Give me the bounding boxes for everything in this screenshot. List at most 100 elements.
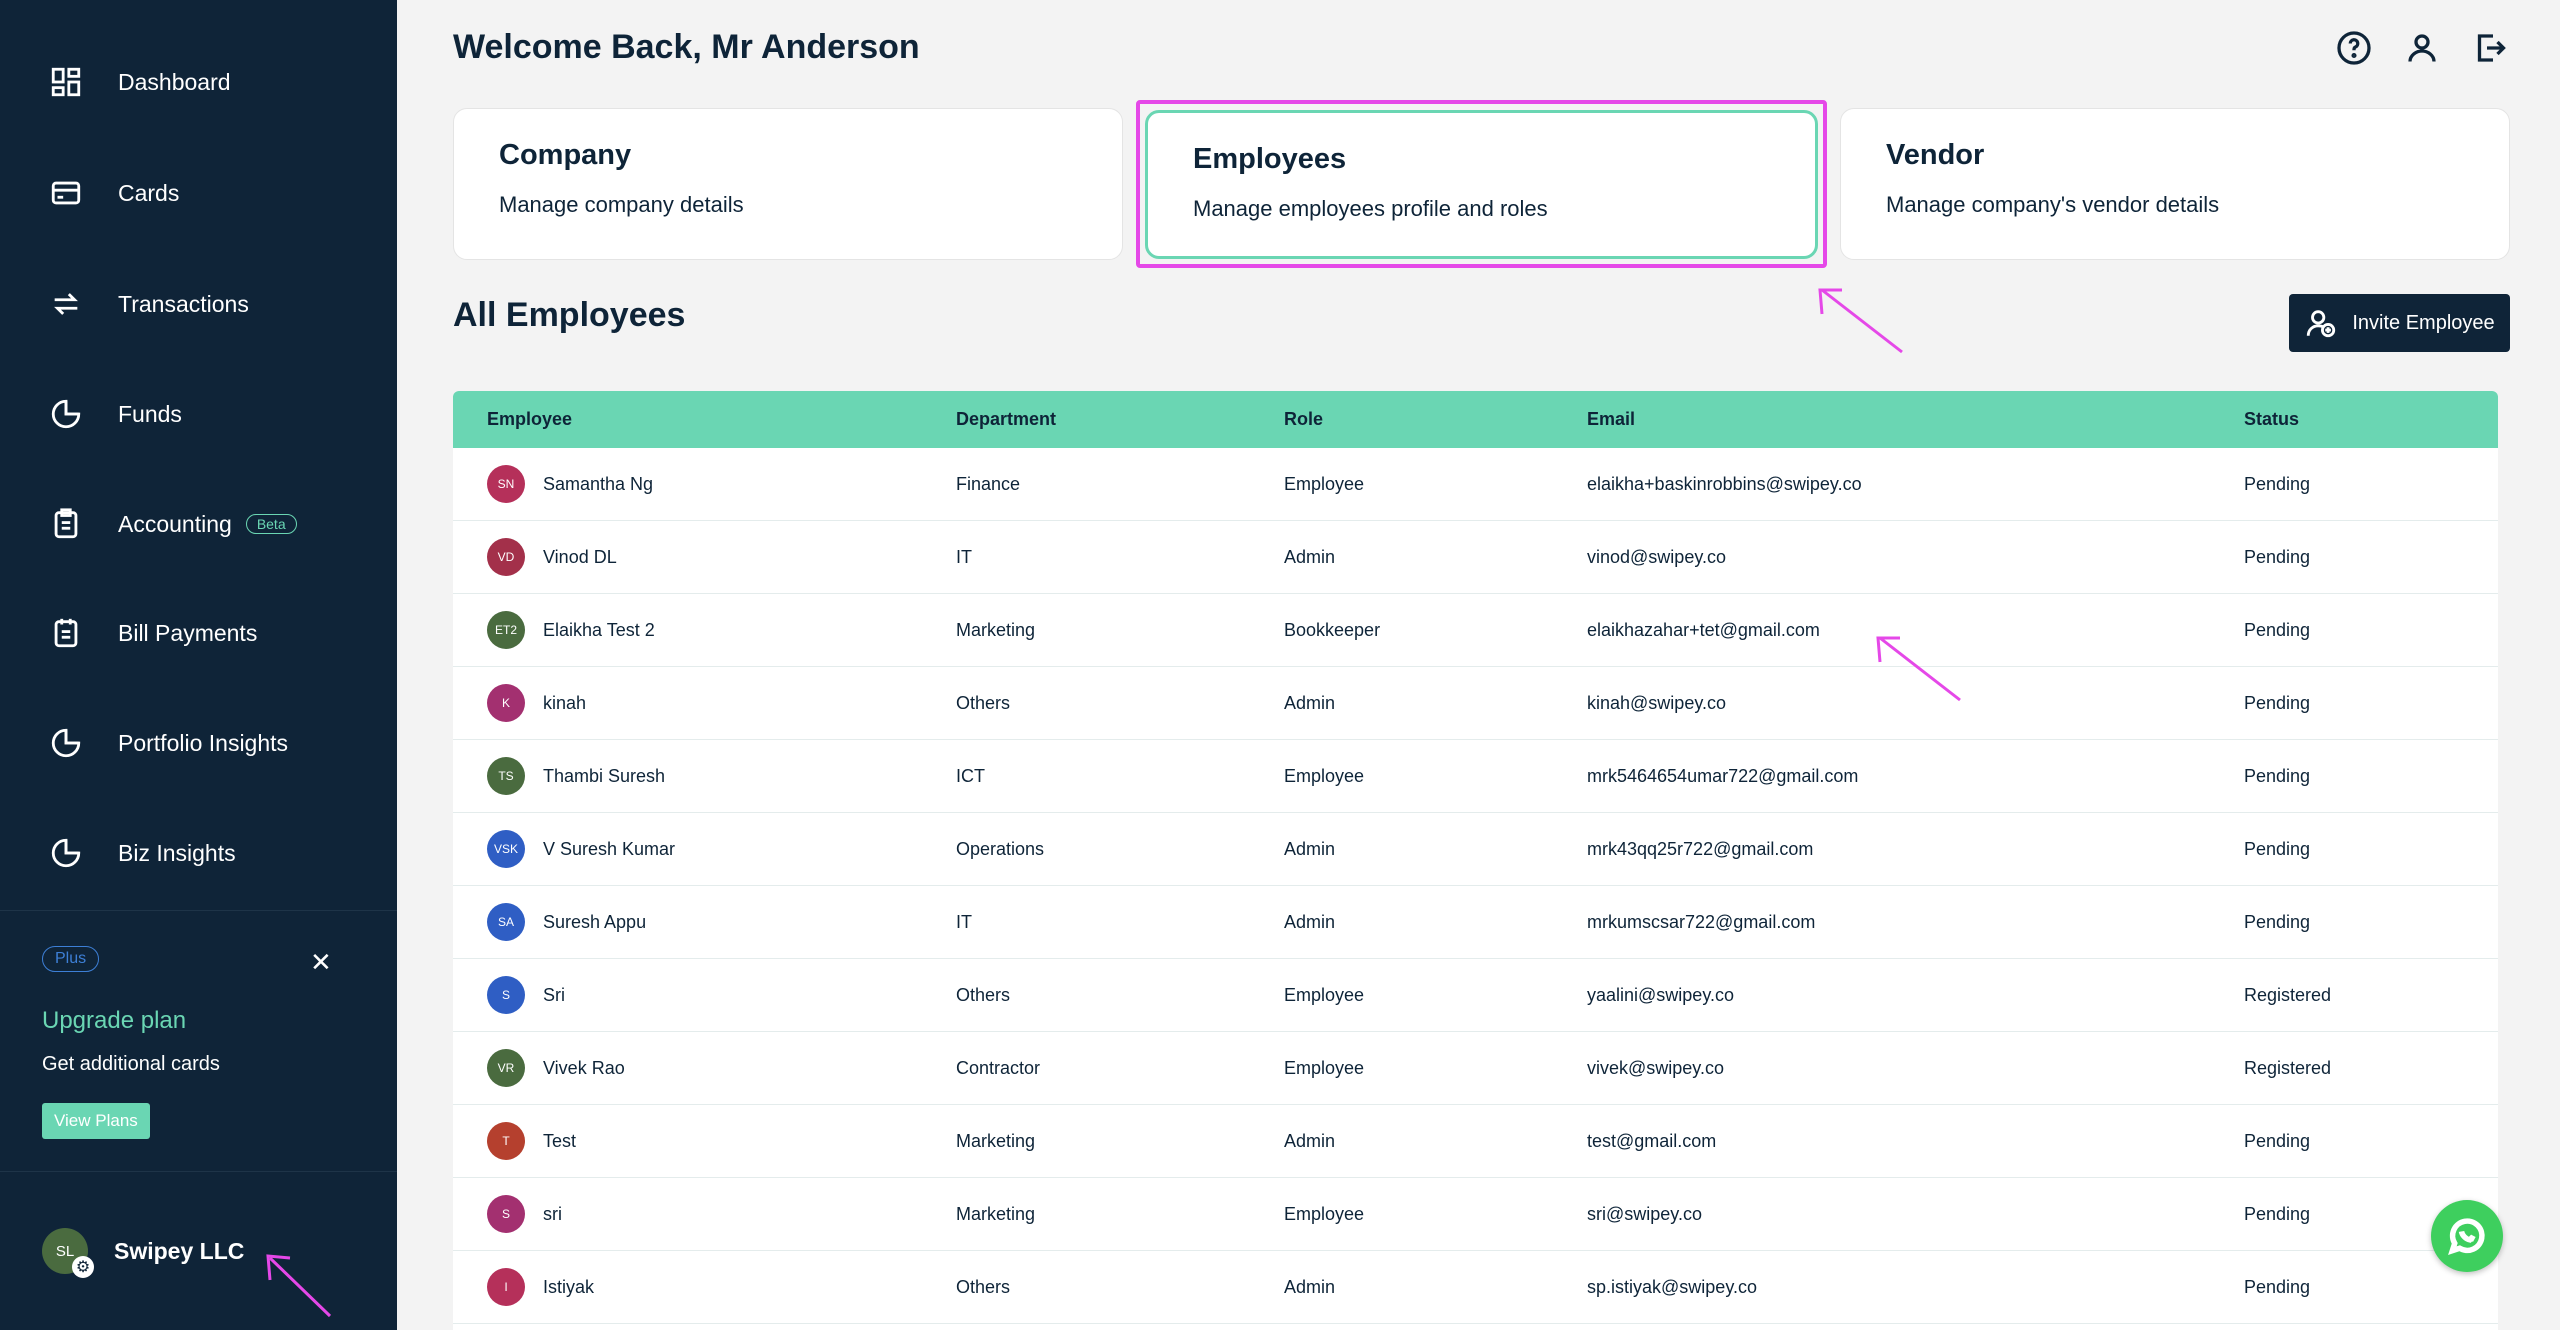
gear-icon: ⚙ — [72, 1256, 94, 1278]
employee-cell: SN Samantha Ng — [487, 465, 653, 503]
role-cell: Admin — [1284, 838, 1336, 859]
employee-cell: S Sri — [487, 976, 565, 1014]
help-icon[interactable] — [2336, 30, 2372, 66]
department-cell: Operations — [956, 838, 1045, 859]
status-cell: Pending — [2244, 765, 2311, 786]
table-row[interactable]: I Istiyak Others Admin sp.istiyak@swipey.co P… — [453, 1251, 2498, 1324]
sidebar-item-transactions[interactable]: Transactions — [48, 274, 249, 334]
vendor-card[interactable]: Vendor Manage company's vendor details — [1840, 108, 2510, 260]
user-profile-icon[interactable] — [2404, 30, 2440, 66]
email-cell: mrkumscsar722@gmail.com — [1587, 911, 1816, 932]
avatar: SL ⚙ — [42, 1228, 94, 1278]
card-title: Employees — [1193, 143, 1347, 175]
table-row[interactable]: SA Suresh Appu IT Admin mrkumscsar722@gmail.… — [453, 886, 2498, 959]
role-cell: Employee — [1284, 1057, 1365, 1078]
section-title: All Employees — [453, 296, 686, 334]
status-cell: Registered — [2244, 984, 2332, 1005]
department-cell: ICT — [956, 765, 985, 786]
bill-icon — [48, 615, 84, 651]
pie-chart-icon — [48, 725, 84, 761]
employee-name: Suresh Appu — [543, 911, 647, 932]
sidebar-item-bill-payments[interactable]: Bill Payments — [48, 603, 257, 663]
table-row[interactable]: SN Samantha Ng Finance Employee elaikha+bask… — [453, 448, 2498, 521]
avatar-initials: SL — [55, 1242, 75, 1260]
status-cell: Pending — [2244, 546, 2311, 567]
table-row[interactable]: T Test Marketing Admin test@gmail.com Pending — [453, 1105, 2498, 1178]
upgrade-plan-link[interactable]: Upgrade plan — [42, 1007, 186, 1035]
sidebar-item-accounting[interactable]: Accounting Beta — [48, 494, 297, 554]
employees-card[interactable]: Employees Manage employees profile and r… — [1145, 110, 1818, 259]
employee-name: Elaikha Test 2 — [543, 619, 655, 640]
close-icon[interactable]: ✕ — [310, 949, 332, 975]
sidebar-item-portfolio-insights[interactable]: Portfolio Insights — [48, 713, 288, 773]
column-header-employee[interactable]: Employee — [487, 409, 572, 430]
employee-name: Vivek Rao — [543, 1057, 625, 1078]
employee-cell: I Istiyak — [487, 1268, 594, 1306]
status-cell: Pending — [2244, 1276, 2311, 1297]
company-card[interactable]: Company Manage company details — [453, 108, 1123, 260]
view-plans-button[interactable]: View Plans — [42, 1103, 150, 1139]
column-header-email[interactable]: Email — [1587, 409, 1635, 430]
sidebar-item-dashboard[interactable]: Dashboard — [48, 52, 231, 112]
status-cell: Pending — [2244, 1130, 2311, 1151]
column-header-status[interactable]: Status — [2244, 409, 2299, 430]
avatar: T — [487, 1122, 525, 1160]
employee-cell: ET2 Elaikha Test 2 — [487, 611, 655, 649]
table-row[interactable]: VD Vinod DL IT Admin vinod@swipey.co Pending — [453, 521, 2498, 594]
avatar: K — [487, 684, 525, 722]
avatar: I — [487, 1268, 525, 1306]
column-header-department[interactable]: Department — [956, 409, 1056, 430]
table-row[interactable]: Kkinah Others Admin kinah@swipey.co Pending — [453, 667, 2498, 740]
email-cell: vinod@swipey.co — [1587, 546, 1726, 567]
employees-table: Employee Department Role Email Status SN… — [453, 391, 2498, 1330]
table-row[interactable]: VSK V Suresh Kumar Operations Admin mrk43qq2… — [453, 813, 2498, 886]
invite-employee-button[interactable]: Invite Employee — [2289, 294, 2510, 352]
department-cell: Marketing — [956, 1130, 1036, 1151]
employee-name: Istiyak — [543, 1276, 595, 1297]
logout-icon[interactable] — [2472, 30, 2508, 66]
status-cell: Pending — [2244, 911, 2311, 932]
avatar: VSK — [487, 830, 525, 868]
email-cell: sp.istiyak@swipey.co — [1587, 1276, 1757, 1297]
table-row[interactable]: VR Vivek Rao Contractor Employee vivek@swipe… — [453, 1032, 2498, 1105]
company-name: Swipey LLC — [114, 1237, 245, 1264]
department-cell: Marketing — [956, 619, 1036, 640]
card-icon — [48, 175, 84, 211]
email-cell: vivek@swipey.co — [1587, 1057, 1724, 1078]
role-cell: Employee — [1284, 984, 1365, 1005]
employee-name: sri — [543, 1203, 562, 1224]
dashboard-icon — [48, 64, 84, 100]
upgrade-panel: Plus ✕ Upgrade plan Get additional cards… — [0, 910, 397, 1172]
sidebar-item-cards[interactable]: Cards — [48, 163, 179, 223]
table-row[interactable]: S Sri Others Employee yaalini@swipey.co Regis… — [453, 959, 2498, 1032]
employee-name: kinah — [543, 692, 587, 713]
employee-name: Samantha Ng — [543, 473, 654, 494]
sidebar-item-biz-insights[interactable]: Biz Insights — [48, 823, 236, 883]
table-row[interactable]: ET2 Elaikha Test 2 Marketing Bookkeeper elai… — [453, 594, 2498, 667]
company-switcher[interactable]: SL ⚙ Swipey LLC — [42, 1228, 245, 1278]
table-row[interactable]: TS Thambi Suresh ICT Employee mrk5464654umar… — [453, 740, 2498, 813]
header-actions — [2336, 30, 2508, 66]
role-cell: Admin — [1284, 692, 1336, 713]
role-cell: Bookkeeper — [1284, 619, 1381, 640]
role-cell: Admin — [1284, 546, 1336, 567]
column-header-role[interactable]: Role — [1284, 409, 1323, 430]
sidebar-item-funds[interactable]: Funds — [48, 384, 182, 444]
employee-name: V Suresh Kumar — [543, 838, 676, 859]
upgrade-subtitle: Get additional cards — [42, 1053, 220, 1075]
email-cell: elaikha+baskinrobbins@swipey.co — [1587, 473, 1862, 494]
role-cell: Employee — [1284, 1203, 1365, 1224]
employee-name: Vinod DL — [543, 546, 617, 567]
status-cell: Pending — [2244, 1203, 2311, 1224]
email-cell: test@gmail.com — [1587, 1130, 1717, 1151]
table-row[interactable]: Ssri Marketing Employee sri@swipey.co Pendin… — [453, 1178, 2498, 1251]
pie-chart-icon — [48, 835, 84, 871]
sidebar-item-label: Cards — [118, 179, 180, 206]
card-title: Vendor — [1886, 139, 1985, 171]
employee-cell: Kkinah — [487, 684, 586, 722]
role-cell: Admin — [1284, 911, 1336, 932]
status-cell: Registered — [2244, 1057, 2332, 1078]
sidebar-item-label: Biz Insights — [118, 839, 236, 866]
department-cell: Marketing — [956, 1203, 1036, 1224]
whatsapp-chat-button[interactable] — [2431, 1200, 2503, 1272]
